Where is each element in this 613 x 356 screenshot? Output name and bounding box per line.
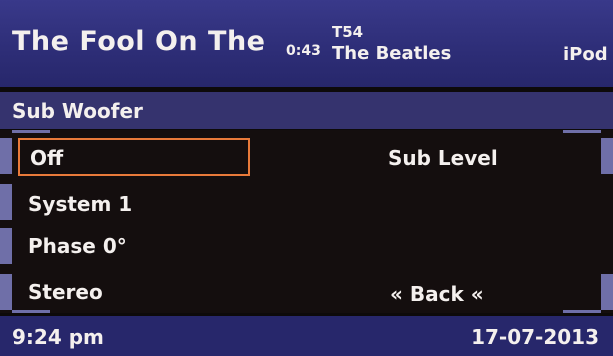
track-number: T54 <box>332 23 364 41</box>
frame-corner <box>563 130 601 133</box>
menu-item-off[interactable]: Off <box>18 138 250 176</box>
softkey-tab-left-2[interactable] <box>0 184 12 220</box>
frame-corner <box>12 310 50 313</box>
menu-item-stereo[interactable]: Stereo <box>18 276 113 308</box>
softkey-tab-left-3[interactable] <box>0 228 12 264</box>
softkey-tab-right-4[interactable] <box>601 274 613 310</box>
section-title: Sub Woofer <box>12 99 143 123</box>
back-button[interactable]: « Back « <box>390 282 484 306</box>
audio-source: iPod <box>563 44 608 65</box>
elapsed-time: 0:43 <box>286 43 321 59</box>
softkey-tab-left-4[interactable] <box>0 274 12 310</box>
now-playing-bar: The Fool On The 0:43 T54 The Beatles iPo… <box>0 0 613 87</box>
softkey-tab-left-1[interactable] <box>0 138 12 174</box>
clock-time: 9:24 pm <box>12 325 104 349</box>
date-display: 17-07-2013 <box>471 325 599 349</box>
song-title: The Fool On The <box>12 26 266 57</box>
artist-name: The Beatles <box>332 43 452 64</box>
frame-corner <box>563 310 601 313</box>
menu-item-sub-level[interactable]: Sub Level <box>388 146 498 170</box>
menu-item-phase[interactable]: Phase 0° <box>18 230 137 262</box>
status-bar: 9:24 pm 17-07-2013 <box>0 316 613 356</box>
softkey-tab-right-1[interactable] <box>601 138 613 174</box>
section-header: Sub Woofer <box>0 92 613 129</box>
menu-item-system-1[interactable]: System 1 <box>18 188 142 220</box>
frame-corner <box>12 130 50 133</box>
